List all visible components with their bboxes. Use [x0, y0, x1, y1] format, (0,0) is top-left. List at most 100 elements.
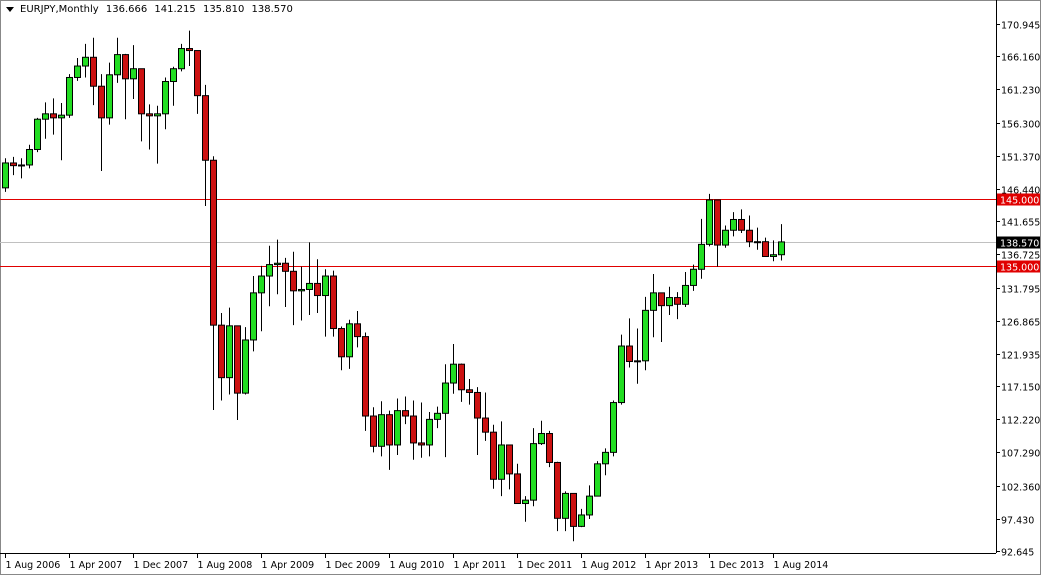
- bearish-candle: [458, 363, 465, 391]
- x-tick-label: 1 Aug 2008: [198, 560, 253, 571]
- bearish-candle: [146, 113, 153, 117]
- bullish-candle: [26, 148, 33, 166]
- bearish-candle: [314, 282, 321, 297]
- bearish-candle: [714, 199, 721, 246]
- bullish-candle: [530, 443, 537, 501]
- y-tick-label: 170.945: [1001, 21, 1040, 32]
- bearish-candle: [762, 241, 769, 258]
- bullish-candle: [266, 264, 273, 277]
- bullish-candle: [170, 68, 177, 83]
- bullish-candle: [594, 463, 601, 497]
- y-tick-label: 107.290: [1001, 449, 1040, 460]
- bullish-candle: [730, 218, 737, 231]
- bullish-candle: [378, 414, 385, 447]
- bullish-candle: [178, 48, 185, 70]
- bullish-candle: [74, 65, 81, 78]
- bullish-candle: [154, 113, 161, 117]
- bearish-candle: [330, 275, 337, 330]
- bullish-candle: [394, 410, 401, 446]
- bullish-candle: [522, 499, 529, 505]
- bearish-candle: [234, 325, 241, 394]
- bearish-candle: [506, 444, 513, 475]
- bearish-candle: [410, 415, 417, 444]
- bearish-candle: [362, 336, 369, 417]
- bullish-candle: [770, 254, 777, 258]
- bullish-candle: [442, 382, 449, 414]
- bullish-candle: [162, 81, 169, 115]
- bearish-candle: [186, 48, 193, 52]
- bid-price-label: 138.570: [1000, 239, 1039, 250]
- bullish-candle: [450, 363, 457, 384]
- y-tick-label: 112.220: [1001, 416, 1040, 427]
- bearish-candle: [122, 54, 129, 80]
- bullish-candle: [346, 323, 353, 358]
- bearish-candle: [418, 442, 425, 446]
- y-tick-label: 92.645: [1001, 548, 1034, 559]
- bearish-candle: [98, 85, 105, 119]
- bullish-candle: [226, 325, 233, 379]
- bullish-candle: [778, 241, 785, 256]
- y-tick-label: 161.230: [1001, 86, 1040, 97]
- x-tick-label: 1 Aug 2014: [774, 560, 829, 571]
- bearish-candle: [354, 323, 361, 338]
- bullish-candle: [130, 68, 137, 80]
- bullish-candle: [106, 74, 113, 119]
- bearish-candle: [386, 414, 393, 446]
- chart-title-bar: EURJPY,Monthly 136.666 141.215 135.810 1…: [6, 4, 297, 15]
- bullish-candle: [34, 118, 41, 150]
- x-tick-label: 1 Aug 2010: [390, 560, 445, 571]
- candlestick-chart[interactable]: 170.945166.160161.230156.300151.370146.4…: [0, 0, 1041, 575]
- bearish-candle: [202, 95, 209, 161]
- bullish-candle: [650, 292, 657, 311]
- x-tick-label: 1 Dec 2011: [518, 560, 573, 571]
- bullish-candle: [706, 199, 713, 245]
- bearish-candle: [514, 473, 521, 505]
- bullish-candle: [322, 275, 329, 297]
- bullish-candle: [642, 309, 649, 362]
- x-tick-label: 1 Aug 2012: [582, 560, 637, 571]
- bullish-candle: [602, 451, 609, 465]
- bullish-candle: [274, 262, 281, 266]
- bullish-candle: [42, 113, 49, 120]
- bearish-candle: [10, 162, 17, 167]
- high-value: 141.215: [154, 4, 196, 15]
- bullish-candle: [426, 418, 433, 446]
- y-tick-label: 117.150: [1001, 383, 1040, 394]
- bearish-candle: [466, 389, 473, 393]
- bearish-candle: [282, 262, 289, 272]
- bearish-candle: [138, 68, 145, 115]
- bullish-candle: [258, 275, 265, 294]
- bullish-candle: [690, 268, 697, 286]
- y-tick-label: 136.725: [1001, 251, 1040, 262]
- bearish-candle: [402, 410, 409, 417]
- y-tick-label: 131.795: [1001, 285, 1040, 296]
- bullish-candle: [586, 495, 593, 516]
- x-tick-label: 1 Apr 2011: [454, 560, 507, 571]
- bullish-candle: [66, 76, 73, 116]
- dropdown-triangle-icon[interactable]: [6, 6, 14, 12]
- bullish-candle: [666, 297, 673, 307]
- low-value: 135.810: [202, 4, 245, 15]
- x-tick-label: 1 Aug 2006: [6, 560, 61, 571]
- x-tick-label: 1 Dec 2013: [710, 560, 765, 571]
- bullish-candle: [82, 56, 89, 67]
- bearish-candle: [338, 328, 345, 358]
- bearish-candle: [746, 229, 753, 243]
- y-tick-label: 151.370: [1001, 153, 1040, 164]
- open-value: 136.666: [105, 4, 148, 15]
- bearish-candle: [370, 415, 377, 447]
- bearish-candle: [674, 297, 681, 305]
- bullish-candle: [722, 229, 729, 246]
- x-tick-label: 1 Apr 2009: [262, 560, 315, 571]
- bearish-candle: [546, 433, 553, 463]
- bullish-candle: [298, 288, 305, 292]
- bearish-candle: [658, 292, 665, 307]
- bullish-candle: [562, 492, 569, 519]
- bullish-candle: [578, 514, 585, 527]
- y-tick-label: 102.360: [1001, 483, 1040, 494]
- bearish-candle: [290, 270, 297, 292]
- bullish-candle: [682, 284, 689, 305]
- y-tick-label: 126.865: [1001, 318, 1040, 329]
- bearish-candle: [626, 345, 633, 363]
- x-tick-label: 1 Apr 2007: [70, 560, 123, 571]
